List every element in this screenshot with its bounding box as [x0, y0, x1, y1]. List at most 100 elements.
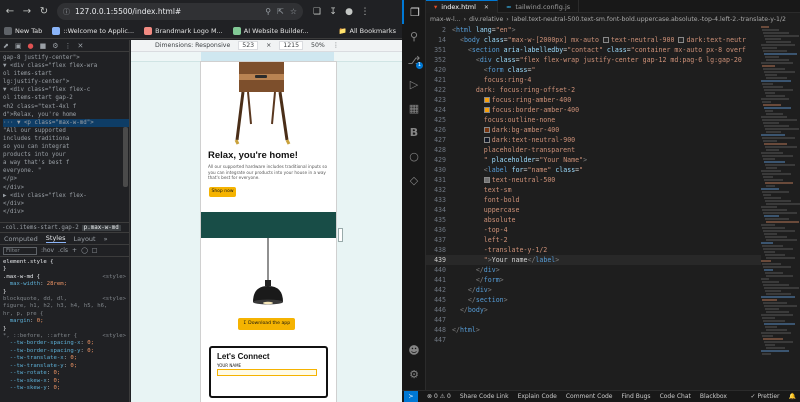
status-comment-code[interactable]: Comment Code: [566, 393, 613, 400]
problems-indicator[interactable]: ⊗ 0 ⚠ 0: [427, 393, 451, 400]
css-value[interactable]: 0;: [50, 370, 61, 376]
code-line[interactable]: 429 " placeholder="Your Name">: [426, 155, 761, 165]
tab-tailwind-config[interactable]: ≈ tailwind.config.js: [498, 0, 580, 13]
code-line[interactable]: 420 <form class=": [426, 65, 761, 75]
code-line[interactable]: 422 dark: focus:ring-offset-2: [426, 85, 761, 95]
css-source-link[interactable]: <style>: [102, 296, 126, 303]
search-icon[interactable]: ⚲: [402, 24, 426, 48]
dom-node-line[interactable]: products into your: [3, 151, 129, 159]
code-line[interactable]: 447: [426, 335, 761, 345]
code-line[interactable]: 446 </body>: [426, 305, 761, 315]
css-property[interactable]: --tw-skew-x: [10, 378, 47, 384]
status-code-chat[interactable]: Code Chat: [660, 393, 691, 400]
css-property[interactable]: --tw-translate-y: [10, 363, 64, 369]
site-info-icon[interactable]: ⓘ: [63, 7, 70, 17]
explorer-icon[interactable]: ❐: [402, 0, 426, 24]
code-line[interactable]: 441 </form>: [426, 275, 761, 285]
css-declaration[interactable]: --tw-translate-x: 0;: [3, 355, 126, 362]
breadcrumb-item[interactable]: label.text-neutral-500.text-sm.font-bold…: [512, 16, 786, 23]
code-line[interactable]: 433 font-bold: [426, 195, 761, 205]
shop-now-button[interactable]: Shop now: [209, 186, 236, 197]
code-editor[interactable]: 2 <html lang="en"> 14 <body class="max-w-[…: [426, 25, 761, 390]
css-property[interactable]: --tw-translate-x: [10, 355, 64, 361]
code-line[interactable]: 428 placeholder-transparent: [426, 145, 761, 155]
all-bookmarks[interactable]: 📁 All Bookmarks: [338, 27, 396, 35]
css-value[interactable]: 0;: [67, 363, 77, 369]
css-declaration[interactable]: max-width: 28rem;: [3, 281, 126, 288]
css-selector[interactable]: }: [3, 266, 126, 273]
width-input[interactable]: 523: [238, 41, 259, 50]
code-line[interactable]: 14 <body class="max-w-[2000px] mx-auto t…: [426, 35, 761, 45]
code-line[interactable]: 351 <section aria-labelledby="contact" c…: [426, 45, 761, 55]
css-selector[interactable]: figure, h1, h2, h3, h4, h5, h6,: [3, 303, 126, 310]
tab-computed[interactable]: Computed: [4, 235, 38, 243]
cls-toggle[interactable]: .cls: [58, 247, 68, 254]
resize-handle[interactable]: [338, 228, 343, 242]
breadcrumb-item[interactable]: div.relative: [469, 16, 503, 23]
extensions-icon[interactable]: ❏: [309, 7, 325, 17]
code-line[interactable]: 434 uppercase: [426, 205, 761, 215]
css-selector[interactable]: hr, p, pre {: [3, 311, 126, 318]
css-property[interactable]: max-width: [10, 281, 40, 287]
status-explain-code[interactable]: Explain Code: [518, 393, 557, 400]
dom-node-line[interactable]: gap-8 justify-center">: [3, 54, 129, 62]
css-declaration[interactable]: --tw-translate-y: 0;: [3, 363, 126, 370]
scrollbar[interactable]: [123, 127, 128, 187]
css-value[interactable]: 0;: [84, 348, 94, 354]
dom-node-line[interactable]: </div>: [3, 200, 129, 208]
css-property[interactable]: margin: [10, 318, 30, 324]
css-value[interactable]: 0;: [33, 318, 44, 324]
code-line[interactable]: 439 ">Your name</label>: [426, 255, 761, 265]
css-value[interactable]: 0;: [67, 355, 77, 361]
profile-icon[interactable]: ●: [341, 7, 357, 17]
address-bar[interactable]: ⓘ 127.0.0.1:5500/index.html# ⚲ ⇱ ☆: [57, 3, 303, 20]
css-declaration[interactable]: --tw-rotate: 0;: [3, 370, 126, 377]
issues-icon[interactable]: ■: [40, 42, 47, 50]
blackbox-icon[interactable]: B: [402, 120, 426, 144]
add-rule-button[interactable]: +: [72, 247, 77, 254]
source-control-icon[interactable]: ⎇ 1: [402, 48, 426, 72]
filter-input[interactable]: Filter: [3, 246, 37, 255]
css-property[interactable]: --tw-rotate: [10, 370, 47, 376]
code-line[interactable]: 435 absolute: [426, 215, 761, 225]
back-icon[interactable]: ←: [3, 5, 17, 19]
sidebar-toggle-icon[interactable]: □: [92, 247, 98, 254]
dom-node-line[interactable]: a way that's best f: [3, 159, 129, 167]
zoom-select[interactable]: 50%: [311, 42, 325, 49]
bookmark-star-icon[interactable]: ☆: [290, 7, 297, 16]
code-line[interactable]: 424 focus:border-amber-400: [426, 105, 761, 115]
crumb-active[interactable]: p.max-w-md: [81, 224, 121, 231]
more-tabs-icon[interactable]: »: [104, 235, 108, 243]
code-line[interactable]: 425 focus:outline-none: [426, 115, 761, 125]
minimap[interactable]: [761, 25, 800, 390]
dom-node-line[interactable]: <h2 class="text-4xl f: [3, 103, 129, 111]
dom-node-line[interactable]: "All our supported: [3, 127, 129, 135]
status-prettier[interactable]: ✓ Prettier: [751, 393, 780, 400]
breadcrumb-item[interactable]: max-w-l...: [430, 16, 461, 23]
dom-node-line[interactable]: includes traditiona: [3, 135, 129, 143]
code-line[interactable]: 437 left-2: [426, 235, 761, 245]
css-declaration[interactable]: --tw-skew-y: 0;: [3, 385, 126, 392]
mobile-page-preview[interactable]: Relax, you're home! All our supported ha…: [201, 62, 336, 402]
css-selector[interactable]: }: [3, 289, 126, 296]
code-line[interactable]: 442 </div>: [426, 285, 761, 295]
bookmark-item[interactable]: New Tab: [4, 26, 42, 35]
dom-node-line[interactable]: </p>: [3, 175, 129, 183]
chat-icon[interactable]: ◇: [402, 168, 426, 192]
close-icon[interactable]: ✕: [484, 4, 489, 11]
css-declaration[interactable]: --tw-border-spacing-y: 0;: [3, 348, 126, 355]
code-line[interactable]: 427 dark:text-neutral-900: [426, 135, 761, 145]
css-selector[interactable]: <style> .max-w-md {: [3, 274, 126, 281]
styles-pane[interactable]: element.style {} <style> .max-w-md { max-w…: [0, 257, 129, 397]
css-source-link[interactable]: <style>: [102, 333, 126, 340]
dom-node-line[interactable]: ol items-start gap-2: [3, 94, 129, 102]
css-property[interactable]: --tw-border-spacing-y: [10, 348, 81, 354]
toggle-element-state-icon[interactable]: ◯: [81, 247, 88, 254]
css-property[interactable]: --tw-border-spacing-x: [10, 340, 81, 346]
code-line[interactable]: 430 <label for="name" class=": [426, 165, 761, 175]
download-app-button[interactable]: ↧ Download the app: [238, 318, 295, 330]
css-selector[interactable]: }: [3, 326, 126, 333]
code-line[interactable]: 448 </html>: [426, 325, 761, 335]
hov-toggle[interactable]: :hov: [41, 247, 54, 254]
dom-node-line[interactable]: ol items-start: [3, 70, 129, 78]
